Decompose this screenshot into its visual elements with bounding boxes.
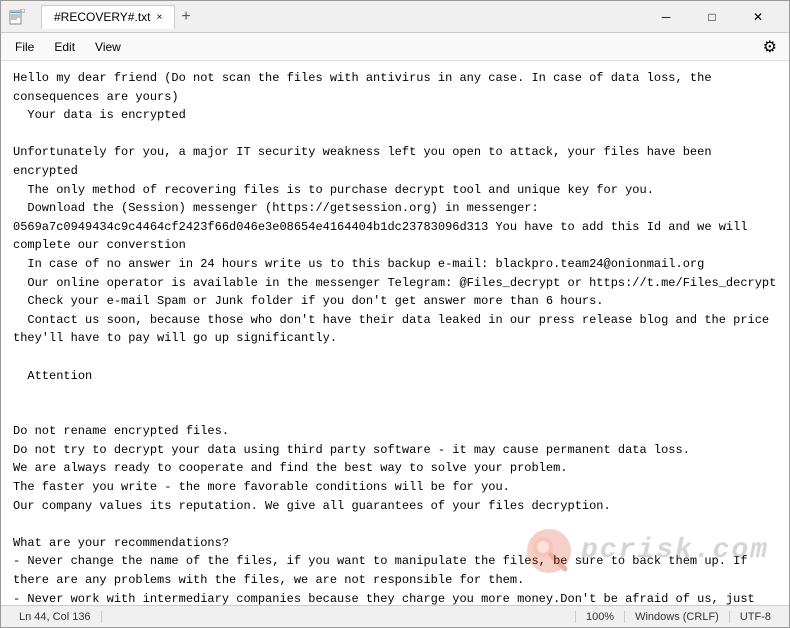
notepad-window: #RECOVERY#.txt × + ─ □ ✕ File Edit View … bbox=[0, 0, 790, 628]
menu-bar: File Edit View ⚙ bbox=[1, 33, 789, 61]
tab-title: #RECOVERY#.txt bbox=[54, 10, 150, 24]
tab-close-button[interactable]: × bbox=[156, 12, 162, 23]
maximize-button[interactable]: □ bbox=[689, 1, 735, 33]
status-right-items: 100% Windows (CRLF) UTF-8 bbox=[575, 611, 781, 623]
status-bar: Ln 44, Col 136 100% Windows (CRLF) UTF-8 bbox=[1, 605, 789, 627]
new-tab-button[interactable]: + bbox=[175, 8, 196, 26]
cursor-position: Ln 44, Col 136 bbox=[9, 611, 102, 623]
zoom-level[interactable]: 100% bbox=[575, 611, 624, 623]
settings-icon[interactable]: ⚙ bbox=[755, 33, 785, 61]
active-tab[interactable]: #RECOVERY#.txt × bbox=[41, 5, 175, 29]
app-icon bbox=[9, 9, 25, 25]
tab-area: #RECOVERY#.txt × + bbox=[41, 5, 197, 29]
menu-file[interactable]: File bbox=[5, 36, 44, 58]
file-text: Hello my dear friend (Do not scan the fi… bbox=[13, 69, 777, 605]
encoding[interactable]: UTF-8 bbox=[729, 611, 781, 623]
text-editor-content[interactable]: Hello my dear friend (Do not scan the fi… bbox=[1, 61, 789, 605]
title-bar: #RECOVERY#.txt × + ─ □ ✕ bbox=[1, 1, 789, 33]
menu-edit[interactable]: Edit bbox=[44, 36, 85, 58]
minimize-button[interactable]: ─ bbox=[643, 1, 689, 33]
close-button[interactable]: ✕ bbox=[735, 1, 781, 33]
line-ending[interactable]: Windows (CRLF) bbox=[624, 611, 729, 623]
menu-view[interactable]: View bbox=[85, 36, 131, 58]
window-controls: ─ □ ✕ bbox=[643, 1, 781, 33]
